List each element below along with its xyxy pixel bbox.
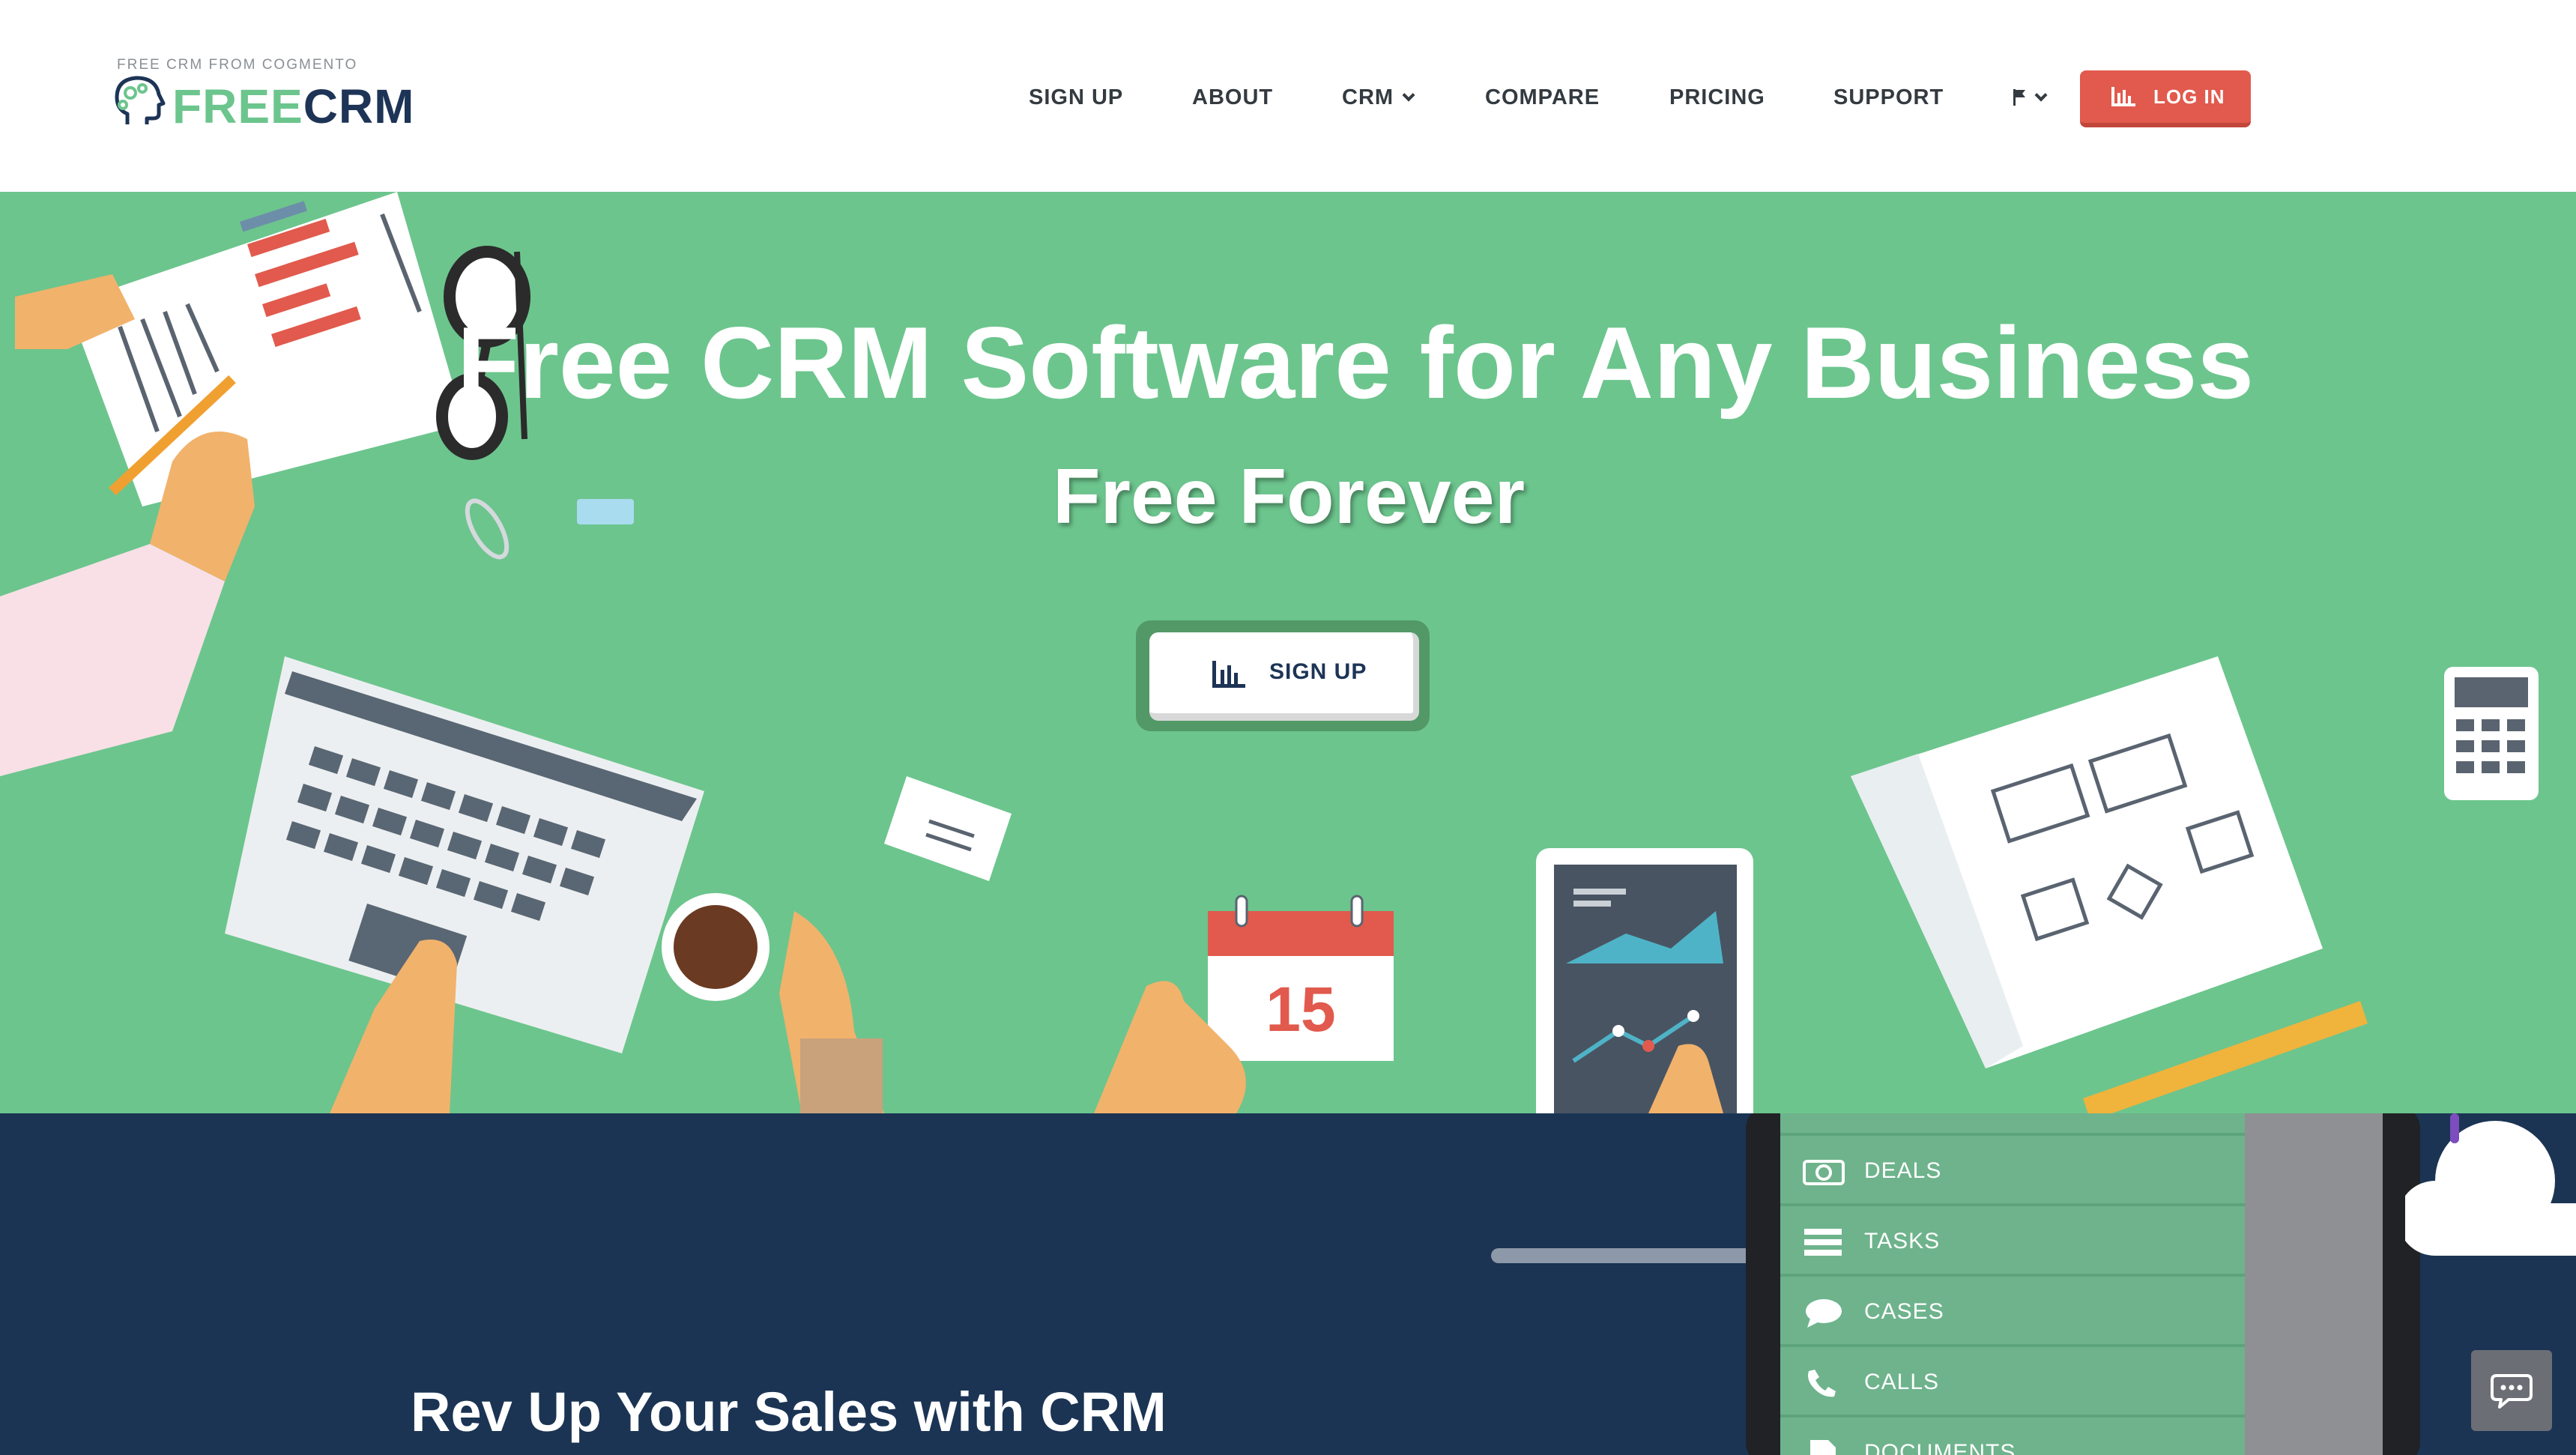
calendar-image: 15 — [1094, 895, 1394, 1113]
language-selector[interactable] — [2013, 75, 2048, 120]
login-button[interactable]: LOG IN — [2080, 70, 2251, 127]
phone-menu-label: CASES — [1864, 1299, 1944, 1324]
coffee-cup-image — [662, 893, 884, 1113]
tablet-image — [1536, 848, 1753, 1113]
calls-icon — [1808, 1370, 1836, 1397]
phone-menu-item-documents: DOCUMENTS — [1780, 1418, 2245, 1455]
head-gears-icon — [115, 76, 166, 124]
nav-sign-up[interactable]: SIGN UP — [1029, 75, 1123, 120]
decorative-slider-bar — [1491, 1248, 1761, 1263]
calendar-day-text: 15 — [1266, 974, 1335, 1044]
freecrm-logo[interactable]: FREE CRM FROM COGMENTO FREECRM — [112, 55, 427, 145]
hero-signup-button[interactable]: SIGN UP — [1149, 632, 1419, 721]
phone-side-panel — [2245, 1113, 2383, 1455]
nav-pricing[interactable]: PRICING — [1669, 75, 1765, 120]
chat-bubble-icon — [2491, 1374, 2533, 1409]
phone-menu-label: TASKS — [1864, 1229, 1941, 1253]
deals-icon — [1803, 1160, 1845, 1185]
phone-menu-label: CALLS — [1864, 1370, 1940, 1394]
bar-chart-icon — [2111, 87, 2135, 106]
sales-section: DEALS TASKS CASES CALLS DOCUMENTS Rev Up… — [0, 1113, 2576, 1455]
chat-widget-button[interactable] — [2471, 1350, 2552, 1431]
nav-crm[interactable]: CRM — [1342, 75, 1415, 120]
hero-signup-label: SIGN UP — [1269, 659, 1367, 684]
cases-icon — [1806, 1299, 1842, 1328]
phone-menu-row-partial — [1780, 1113, 2245, 1136]
flag-icon — [2013, 89, 2025, 106]
nav-support[interactable]: SUPPORT — [1833, 75, 1944, 120]
nav-compare[interactable]: COMPARE — [1485, 75, 1600, 120]
login-label: LOG IN — [2153, 85, 2225, 108]
hero-title: Free CRM Software for Any Business — [456, 306, 2255, 420]
documents-icon — [1810, 1440, 1836, 1455]
chevron-down-icon — [2034, 88, 2048, 102]
logo-tagline: FREE CRM FROM COGMENTO — [117, 57, 358, 73]
phone-menu-label: DOCUMENTS — [1864, 1440, 2016, 1455]
phone-menu-label: DEALS — [1864, 1158, 1942, 1183]
cloud-image — [2405, 1113, 2576, 1256]
chevron-down-icon — [1402, 88, 1415, 102]
hero-subtitle: Free Forever — [1052, 453, 1526, 540]
site-header: FREE CRM FROM COGMENTO FREECRM SIGN UP A… — [0, 0, 2576, 192]
phone-menu-item-calls: CALLS — [1780, 1347, 2245, 1418]
blueprint-image — [1851, 656, 2323, 1068]
phone-menu-item-tasks: TASKS — [1780, 1206, 2245, 1277]
nav-crm-label: CRM — [1342, 85, 1394, 109]
logo-wordmark: FREECRM — [172, 79, 415, 133]
phone-menu-item-cases: CASES — [1780, 1277, 2245, 1347]
laptop-image — [225, 656, 704, 1113]
hero-banner: 15 Free CRM Software for Any Business Fr… — [0, 192, 2576, 1113]
phone-menu-item-deals: DEALS — [1780, 1136, 2245, 1206]
calculator-image — [2444, 667, 2539, 800]
tasks-icon — [1804, 1229, 1842, 1256]
section-title: Rev Up Your Sales with CRM — [411, 1381, 1167, 1443]
bar-chart-icon — [1212, 661, 1245, 688]
nav-about[interactable]: ABOUT — [1192, 75, 1273, 120]
